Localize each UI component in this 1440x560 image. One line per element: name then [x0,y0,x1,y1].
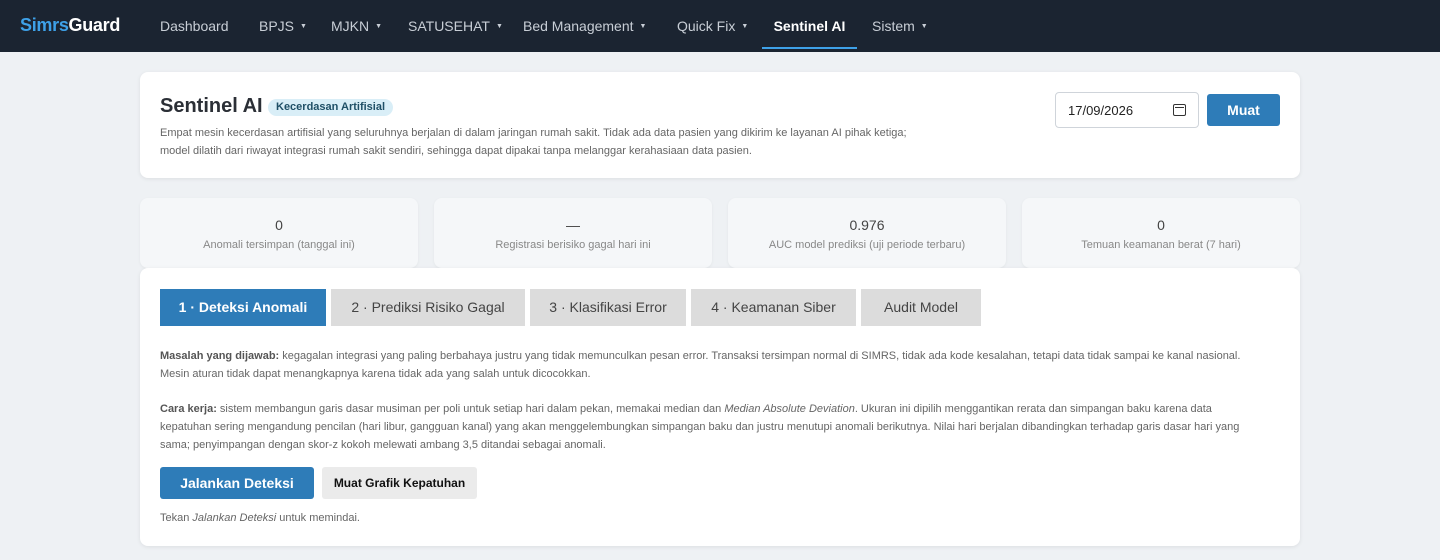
stat-label: AUC model prediksi (uji periode terbaru) [768,239,966,251]
tab-anomaly-detection[interactable]: 1 · Deteksi Anomali [160,289,326,326]
problem-paragraph: Masalah yang dijawab: kegagalan integras… [160,347,1270,383]
stat-label: Registrasi berisiko gagal hari ini [495,239,651,251]
stat-value: — [566,217,580,233]
method-paragraph: Cara kerja: sistem membangun garis dasar… [160,400,1260,454]
tab-cyber-security[interactable]: 4 · Keamanan Siber [691,289,856,326]
caret-down-icon: ▼ [375,22,383,30]
stat-value: 0 [275,217,283,233]
main-card: 1 · Deteksi Anomali 2 · Prediksi Risiko … [140,268,1300,546]
load-button[interactable]: Muat [1207,94,1280,126]
nav-label: MJKN [331,18,370,34]
date-value: 17/09/2026 [1068,102,1134,118]
stat-label: Temuan keamanan berat (7 hari) [1081,239,1241,251]
hint-prefix: Tekan [160,512,193,524]
method-label: Cara kerja: [160,403,217,415]
stat-value: 0 [1157,217,1165,233]
tab-model-audit[interactable]: Audit Model [861,289,981,326]
caret-down-icon: ▼ [639,22,647,30]
caret-down-icon: ▼ [920,22,928,30]
calendar-icon[interactable] [1173,104,1186,116]
brand-logo[interactable]: SimrsGuard [20,15,120,36]
nav-label: Quick Fix [677,18,736,34]
nav-label: Sentinel AI [773,18,846,34]
hint-emphasis: Jalankan Deteksi [192,512,277,524]
page-title: Sentinel AI [160,95,263,117]
stat-value: 0.976 [849,217,885,233]
nav-item-satusehat[interactable]: SATUSEHAT ▼ [408,0,503,52]
nav-item-sentinel-ai[interactable]: Sentinel AI [762,0,857,52]
problem-label: Masalah yang dijawab: [160,350,280,362]
top-navbar: SimrsGuard Dashboard BPJS ▼ MJKN ▼ SATUS… [0,0,1440,52]
caret-down-icon: ▼ [495,22,503,30]
hint-suffix: untuk memindai. [276,512,360,524]
brand-part-2: Guard [68,15,121,35]
header-card: Sentinel AI Kecerdasan Artifisial Empat … [140,72,1300,178]
tab-error-classification[interactable]: 3 · Klasifikasi Error [530,289,686,326]
nav-item-bpjs[interactable]: BPJS ▼ [259,0,307,52]
problem-text: kegagalan integrasi yang paling berbahay… [160,350,1241,380]
nav-label: Sistem [872,18,915,34]
method-text-1: sistem membangun garis dasar musiman per… [216,403,725,415]
page-description: Empat mesin kecerdasan artifisial yang s… [160,127,907,157]
hint-text: Tekan Jalankan Deteksi untuk memindai. [160,512,360,524]
nav-item-dashboard[interactable]: Dashboard [160,0,229,52]
stat-card-security-findings: 0 Temuan keamanan berat (7 hari) [1022,198,1300,268]
nav-item-quick-fix[interactable]: Quick Fix ▼ [677,0,748,52]
run-detection-button[interactable]: Jalankan Deteksi [160,467,314,499]
nav-label: Bed Management [523,18,634,34]
nav-item-bed-management[interactable]: Bed Management ▼ [523,0,646,52]
stat-card-risk-registrations: — Registrasi berisiko gagal hari ini [434,198,712,268]
nav-label: BPJS [259,18,295,34]
nav-item-mjkn[interactable]: MJKN ▼ [331,0,382,52]
nav-label: SATUSEHAT [408,18,490,34]
stat-label: Anomali tersimpan (tanggal ini) [203,239,355,251]
load-compliance-chart-button[interactable]: Muat Grafik Kepatuhan [322,467,477,499]
stat-card-auc: 0.976 AUC model prediksi (uji periode te… [728,198,1006,268]
tab-failure-risk-prediction[interactable]: 2 · Prediksi Risiko Gagal [331,289,525,326]
nav-item-sistem[interactable]: Sistem ▼ [872,0,928,52]
nav-label: Dashboard [160,18,229,34]
stat-card-anomalies: 0 Anomali tersimpan (tanggal ini) [140,198,418,268]
brand-part-1: Simrs [20,15,69,35]
caret-down-icon: ▼ [741,22,749,30]
caret-down-icon: ▼ [300,22,307,30]
method-emphasis: Median Absolute Deviation [724,403,855,415]
date-input[interactable]: 17/09/2026 [1055,92,1199,128]
ai-badge: Kecerdasan Artifisial [268,99,394,116]
